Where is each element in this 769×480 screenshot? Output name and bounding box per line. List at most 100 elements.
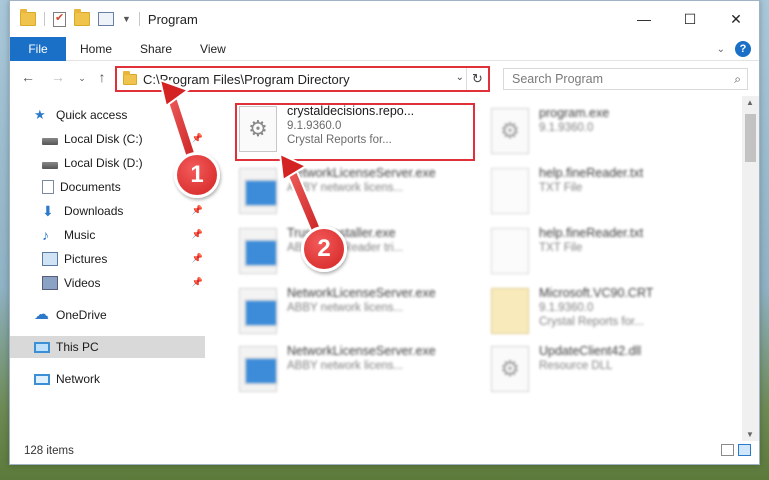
- window-controls: — ☐ ✕: [621, 1, 759, 37]
- file-name: NetworkLicenseServer.exe: [287, 344, 436, 358]
- close-button[interactable]: ✕: [713, 1, 759, 37]
- scroll-up-icon[interactable]: ▲: [746, 98, 754, 107]
- callout-step-1: 1: [174, 152, 220, 198]
- pin-icon[interactable]: 📌: [192, 205, 203, 216]
- search-icon[interactable]: ⌕: [734, 72, 741, 87]
- sidebar-item-downloads[interactable]: ⬇ Downloads 📌: [10, 200, 205, 222]
- sidebar-item-this-pc[interactable]: This PC: [10, 336, 205, 358]
- file-type: Resource DLL: [539, 360, 613, 372]
- details-view-icon[interactable]: [721, 444, 734, 456]
- search-placeholder: Search Program: [512, 72, 604, 86]
- sidebar-item-label: Music: [64, 228, 96, 242]
- sidebar-item-videos[interactable]: Videos 📌: [10, 272, 205, 294]
- sidebar-item-label: Local Disk (D:): [64, 156, 143, 170]
- file-name: NetworkLicenseServer.exe: [287, 286, 436, 300]
- file-name: Microsoft.VC90.CRT: [539, 286, 654, 300]
- file-type: TXT File: [539, 182, 583, 194]
- exe-icon: [239, 288, 278, 334]
- sidebar-item-pictures[interactable]: Pictures 📌: [10, 248, 205, 270]
- recent-locations-icon[interactable]: ⌄: [72, 73, 92, 84]
- callout-step-2: 2: [301, 226, 347, 272]
- file-name: help.fineReader.txt: [539, 166, 644, 180]
- sidebar-item-quick-access[interactable]: ★ Quick access: [10, 104, 205, 126]
- file-item[interactable]: help.fineReader.txt TXT File: [487, 166, 727, 222]
- tab-view[interactable]: View: [186, 42, 240, 56]
- ribbon-right-controls: ⌄ ?: [717, 41, 751, 57]
- txt-icon: [491, 228, 529, 274]
- file-list: ⚙ crystaldecisions.repo... 9.1.9360.0 Cr…: [215, 96, 742, 436]
- sidebar-item-label: Network: [56, 372, 101, 386]
- video-icon: [42, 276, 58, 290]
- tiles-view-icon[interactable]: [738, 444, 751, 456]
- view-toggle: [721, 444, 751, 456]
- navigation-pane: ★ Quick access Local Disk (C:) 📌 Local D…: [10, 96, 205, 436]
- sidebar-item-label: This PC: [56, 340, 99, 354]
- minimize-button[interactable]: —: [621, 1, 667, 37]
- certificate-icon: [491, 288, 529, 334]
- sidebar-item-network[interactable]: Network: [10, 368, 205, 390]
- exe-icon: [239, 168, 278, 214]
- file-item[interactable]: NetworkLicenseServer.exe ABBY network li…: [235, 166, 475, 222]
- file-description: Crystal Reports for...: [539, 316, 644, 328]
- sidebar-item-label: Downloads: [64, 204, 124, 218]
- pin-icon[interactable]: 📌: [192, 229, 203, 240]
- maximize-button[interactable]: ☐: [667, 1, 713, 37]
- pin-icon[interactable]: 📌: [192, 133, 203, 144]
- sidebar-item-label: Local Disk (C:): [64, 132, 143, 146]
- file-item[interactable]: help.fineReader.txt TXT File: [487, 226, 727, 282]
- customize-dropdown-icon[interactable]: ▼: [122, 14, 131, 24]
- search-input[interactable]: Search Program ⌕: [503, 68, 748, 90]
- sidebar-item-label: Pictures: [64, 252, 108, 266]
- tab-home[interactable]: Home: [66, 42, 126, 56]
- selected-file-highlight: [235, 103, 475, 161]
- back-arrow-icon[interactable]: ←: [18, 69, 38, 85]
- vertical-scrollbar[interactable]: ▲ ▼: [742, 96, 759, 441]
- up-arrow-icon[interactable]: ↑: [92, 69, 112, 85]
- file-item[interactable]: ⚙ program.exe 9.1.9360.0: [487, 106, 727, 162]
- txt-icon: [491, 168, 529, 214]
- pin-icon[interactable]: 📌: [192, 277, 203, 288]
- ribbon-tabs: File Home Share View ⌄ ?: [10, 36, 759, 61]
- tab-file[interactable]: File: [10, 36, 66, 61]
- pc-icon: [34, 341, 50, 353]
- file-description: ABBY network licens...: [287, 360, 404, 372]
- tab-share[interactable]: Share: [126, 42, 186, 56]
- file-item[interactable]: Microsoft.VC90.CRT 9.1.9360.0 Crystal Re…: [487, 286, 727, 342]
- address-bar[interactable]: C:\Program Files\Program Directory ⌄ ↻: [115, 66, 490, 92]
- disk-icon: [42, 137, 58, 145]
- file-item[interactable]: TrustedInstaller.exe ABBY FineReader tri…: [235, 226, 475, 282]
- sidebar-item-local-disk-c[interactable]: Local Disk (C:) 📌: [10, 128, 205, 150]
- network-icon: [34, 373, 50, 385]
- exe-icon: [239, 346, 278, 392]
- file-name: help.fineReader.txt: [539, 226, 644, 240]
- address-dropdown-icon[interactable]: ⌄: [456, 72, 464, 83]
- explorer-window: ▼ Program — ☐ ✕ File Home Share View ⌄ ?…: [9, 0, 760, 465]
- pin-icon[interactable]: 📌: [192, 253, 203, 264]
- file-name: UpdateClient42.dll: [539, 344, 642, 358]
- folder-icon: [123, 70, 137, 85]
- file-version: 9.1.9360.0: [539, 302, 594, 314]
- exe-icon: ⚙: [491, 108, 529, 154]
- sidebar-item-label: Quick access: [56, 108, 128, 122]
- refresh-icon[interactable]: ↻: [466, 68, 488, 90]
- file-item[interactable]: NetworkLicenseServer.exe ABBY network li…: [235, 344, 475, 400]
- sidebar-item-music[interactable]: ♪ Music 📌: [10, 224, 205, 246]
- folder-icon: [20, 9, 36, 26]
- sidebar-item-onedrive[interactable]: ☁ OneDrive: [10, 304, 205, 326]
- toolbar-divider: [138, 12, 140, 26]
- properties-check-icon[interactable]: [53, 11, 66, 27]
- address-path[interactable]: C:\Program Files\Program Directory: [143, 72, 350, 87]
- file-description: ABBY network licens...: [287, 182, 404, 194]
- view-options-icon[interactable]: [98, 12, 114, 26]
- file-item[interactable]: NetworkLicenseServer.exe ABBY network li…: [235, 286, 475, 342]
- forward-arrow-icon[interactable]: →: [48, 69, 68, 85]
- expand-ribbon-icon[interactable]: ⌄: [717, 44, 725, 55]
- file-name: NetworkLicenseServer.exe: [287, 166, 436, 180]
- new-folder-icon[interactable]: [74, 9, 90, 26]
- dll-icon: ⚙: [491, 346, 529, 392]
- file-item[interactable]: ⚙ UpdateClient42.dll Resource DLL: [487, 344, 727, 400]
- cloud-icon: ☁: [34, 306, 49, 323]
- music-icon: ♪: [42, 227, 49, 243]
- help-icon[interactable]: ?: [735, 41, 751, 57]
- scrollbar-thumb[interactable]: [745, 114, 756, 162]
